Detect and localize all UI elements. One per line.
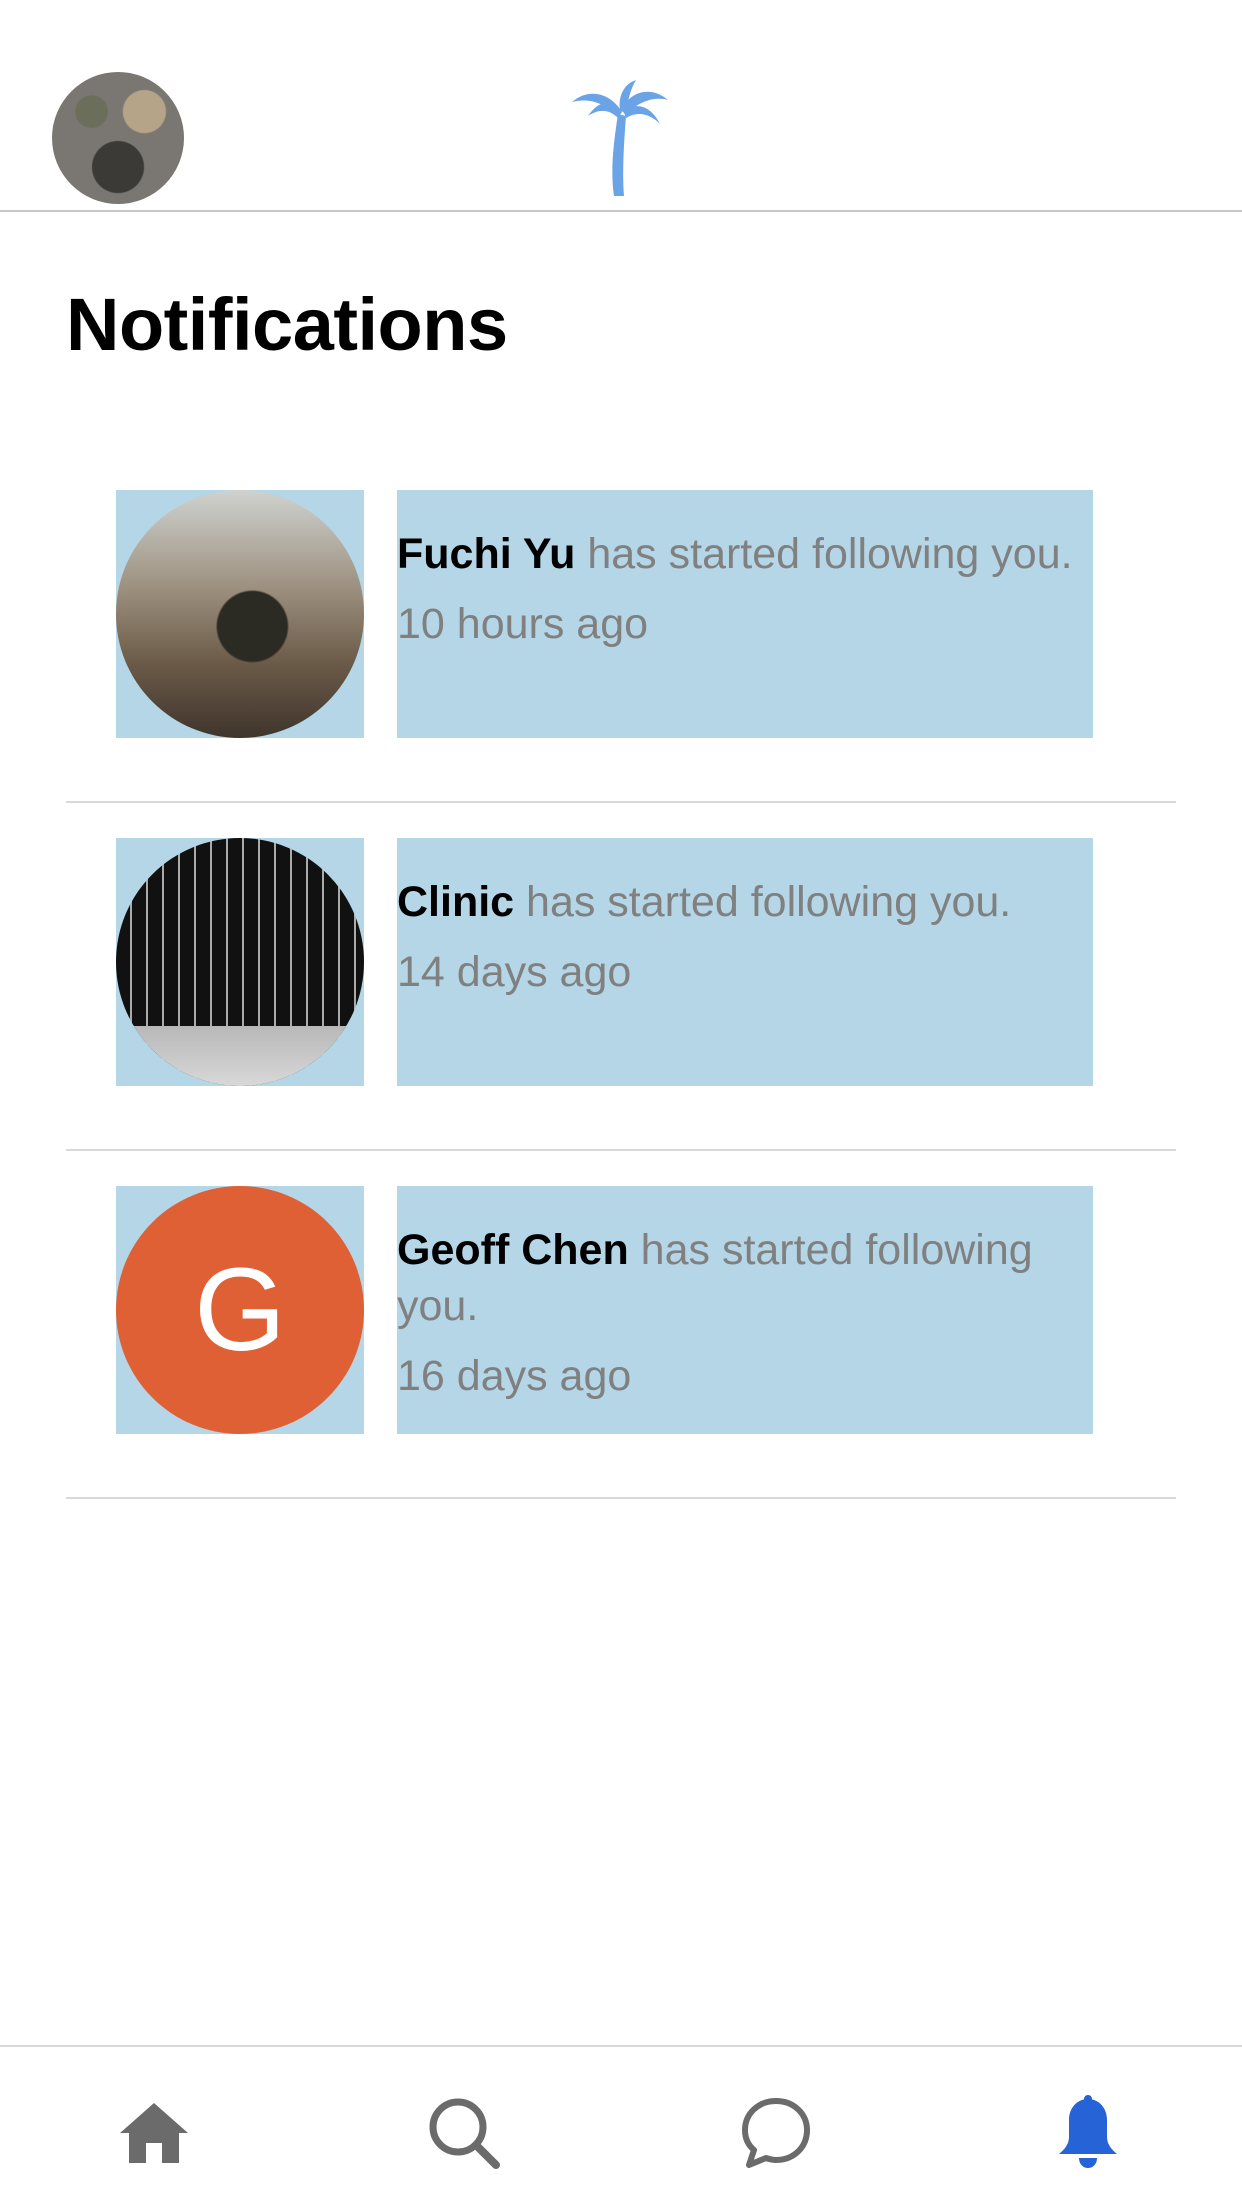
user-name[interactable]: Clinic [397, 878, 514, 926]
action-text: has started following you. [514, 878, 1012, 926]
page-title: Notifications [66, 283, 508, 366]
search-icon [429, 2098, 500, 2169]
notification-text: Fuchi Yu has started following you. 10 h… [397, 490, 1093, 738]
timestamp: 14 days ago [397, 948, 632, 996]
notification-item[interactable]: Fuchi Yu has started following you. 10 h… [66, 455, 1176, 803]
bell-icon [1059, 2095, 1117, 2168]
notification-message: Fuchi Yu has started following you. [397, 526, 1093, 582]
avatar[interactable] [116, 490, 364, 738]
user-name[interactable]: Geoff Chen [397, 1226, 629, 1274]
notification-item[interactable]: G Geoff Chen has started following you. … [66, 1151, 1176, 1499]
notification-item[interactable]: Clinic has started following you. 14 day… [66, 803, 1176, 1151]
tab-bar [0, 2045, 1242, 2208]
app-root: Notifications Fuchi Yu has started follo… [0, 0, 1242, 2208]
action-text: has started following you. [575, 530, 1073, 578]
avatar[interactable] [116, 838, 364, 1086]
palm-tree-icon[interactable] [570, 80, 670, 198]
profile-avatar[interactable] [52, 72, 184, 204]
timestamp: 16 days ago [397, 1352, 632, 1400]
notification-message: Geoff Chen has started following you. [397, 1222, 1093, 1334]
notification-list: Fuchi Yu has started following you. 10 h… [66, 455, 1176, 1499]
tab-search[interactable] [424, 2093, 504, 2173]
top-bar [0, 0, 1242, 212]
avatar-container [116, 838, 364, 1086]
user-name[interactable]: Fuchi Yu [397, 530, 575, 578]
tab-notifications[interactable] [1048, 2093, 1128, 2173]
notification-message: Clinic has started following you. [397, 874, 1093, 930]
home-icon [120, 2103, 188, 2163]
avatar-container: G [116, 1186, 364, 1434]
avatar[interactable]: G [116, 1186, 364, 1434]
notification-text: Geoff Chen has started following you. 16… [397, 1186, 1093, 1434]
chat-icon [742, 2098, 810, 2168]
avatar-container [116, 490, 364, 738]
timestamp: 10 hours ago [397, 600, 649, 648]
tab-messages[interactable] [736, 2093, 816, 2173]
notification-text: Clinic has started following you. 14 day… [397, 838, 1093, 1086]
tab-home[interactable] [114, 2093, 194, 2173]
